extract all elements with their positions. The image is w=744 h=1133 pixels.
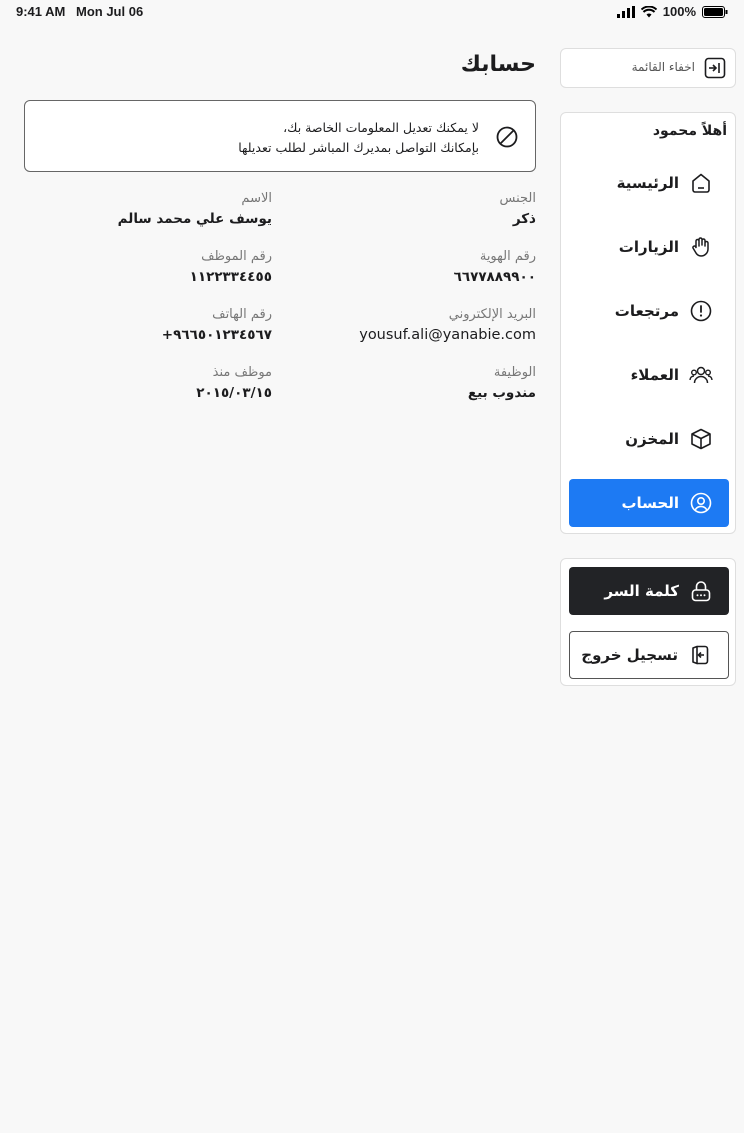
field-label: موظف منذ: [212, 365, 272, 380]
password-label: كلمة السر: [604, 582, 679, 600]
field-phone: رقم الهاتف +٩٦٦٥٠١٢٣٤٥٦٧: [162, 306, 272, 346]
field-employee-number: رقم الموظف ١١٢٢٣٣٤٤٥٥: [190, 248, 272, 288]
sidebar-item-account[interactable]: الحساب: [569, 479, 729, 527]
field-value: مندوب بيع: [467, 385, 536, 401]
field-label: رقم الهاتف: [212, 307, 272, 322]
field-value: ٦٦٧٧٨٨٩٩٠٠: [453, 269, 536, 285]
field-label: الوظيفة: [493, 365, 536, 380]
password-button[interactable]: كلمة السر: [569, 567, 729, 615]
lock-icon: [691, 581, 711, 602]
logout-icon: [692, 645, 709, 665]
field-id-number: رقم الهوية ٦٦٧٧٨٨٩٩٠٠: [454, 248, 536, 288]
field-label: الاسم: [241, 191, 272, 206]
field-value: ١١٢٢٣٣٤٤٥٥: [189, 269, 272, 285]
sidebar-item-label: الزيارات: [618, 238, 679, 256]
logout-label: تسجيل خروج: [581, 646, 678, 664]
field-email: البريد الإلكتروني yousuf.ali@yanabie.com: [359, 306, 536, 346]
sidebar-nav: أهلاً محمود الرئيسية الزيارات مرتجعات ال…: [560, 112, 736, 534]
field-employed-since: موظف منذ ٢٠١٥/٠٣/١٥: [196, 364, 272, 404]
field-label: الجنس: [499, 191, 536, 206]
info-notice: لا يمكنك تعديل المعلومات الخاصة بك، بإمك…: [24, 100, 536, 172]
block-icon: [496, 126, 518, 148]
hand-icon: [692, 237, 709, 257]
field-value: yousuf.ali@yanabie.com: [359, 327, 536, 343]
field-value: ٢٠١٥/٠٣/١٥: [196, 385, 272, 401]
user-circle-icon: [690, 492, 712, 514]
home-icon: [692, 173, 710, 193]
status-date: Mon Jul 06: [76, 4, 144, 19]
sidebar-item-label: العملاء: [630, 366, 679, 384]
page-title: حسابك: [460, 52, 536, 77]
signal-icon: [616, 5, 635, 18]
account-actions: كلمة السر تسجيل خروج: [560, 558, 736, 686]
battery-icon: [702, 5, 728, 18]
field-label: البريد الإلكتروني: [448, 307, 536, 322]
field-value: +٩٦٦٥٠١٢٣٤٥٦٧: [161, 327, 272, 343]
field-value: يوسف علي محمد سالم: [117, 211, 272, 227]
sidebar-item-customers[interactable]: العملاء: [569, 351, 729, 399]
collapse-sidebar-icon: [704, 57, 726, 79]
sidebar-item-label: الرئيسية: [616, 174, 679, 192]
field-label: رقم الموظف: [201, 249, 272, 264]
notice-line: لا يمكنك تعديل المعلومات الخاصة بك،: [283, 120, 479, 135]
box-icon: [691, 428, 711, 450]
wifi-icon: [640, 5, 657, 17]
status-bar: 9:41 AM Mon Jul 06 100%: [0, 0, 744, 24]
greeting: أهلاً محمود: [652, 123, 727, 139]
notice-line: بإمكانك التواصل بمديرك المباشر لطلب تعدي…: [238, 140, 479, 155]
hide-menu-button[interactable]: اخفاء القائمة: [560, 48, 736, 88]
hide-menu-label: اخفاء القائمة: [631, 60, 695, 74]
sidebar-item-visits[interactable]: الزيارات: [569, 223, 729, 271]
field-value: ذكر: [512, 211, 536, 227]
battery-percent: 100%: [662, 4, 696, 19]
field-name: الاسم يوسف علي محمد سالم: [118, 190, 272, 230]
sidebar-item-warehouse[interactable]: المخزن: [569, 415, 729, 463]
field-gender: الجنس ذكر: [500, 190, 536, 230]
sidebar-item-label: مرتجعات: [614, 302, 679, 320]
field-job: الوظيفة مندوب بيع: [468, 364, 536, 404]
sidebar-item-home[interactable]: الرئيسية: [569, 159, 729, 207]
logout-button[interactable]: تسجيل خروج: [569, 631, 729, 679]
field-label: رقم الهوية: [479, 249, 536, 264]
status-indicators: 100%: [616, 4, 728, 19]
users-icon: [689, 366, 713, 384]
sidebar-item-label: المخزن: [625, 430, 679, 448]
alert-circle-icon: [690, 300, 712, 322]
sidebar-item-label: الحساب: [621, 494, 679, 512]
status-time: 9:41 AM: [16, 4, 66, 19]
notice-text: لا يمكنك تعديل المعلومات الخاصة بك، بإمك…: [238, 118, 479, 158]
sidebar-item-returns[interactable]: مرتجعات: [569, 287, 729, 335]
